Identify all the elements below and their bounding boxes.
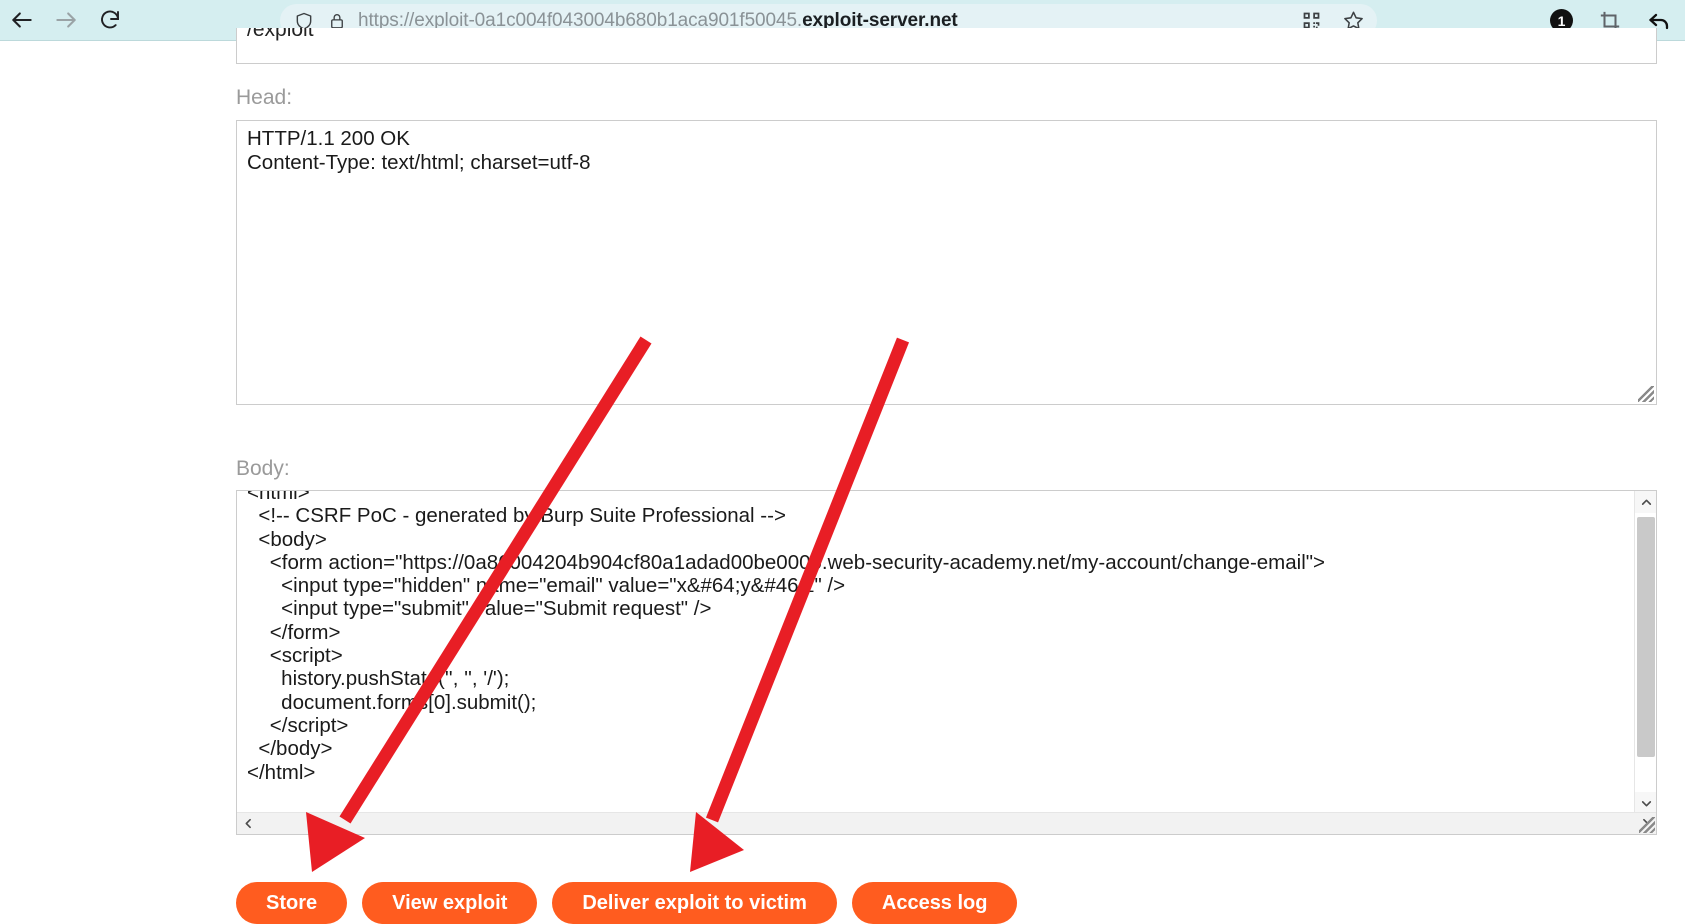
view-exploit-button[interactable]: View exploit — [362, 882, 538, 924]
back-button[interactable] — [0, 0, 44, 41]
body-horizontal-scrollbar[interactable] — [237, 812, 1656, 834]
chevron-down-icon[interactable] — [1635, 792, 1656, 814]
reload-button[interactable] — [88, 0, 132, 41]
action-button-row: Store View exploit Deliver exploit to vi… — [236, 882, 1018, 924]
exploit-server-page: /exploit Head: HTTP/1.1 200 OK Content-T… — [0, 28, 1685, 924]
lock-icon — [328, 12, 346, 30]
responsefile-value: /exploit — [247, 28, 314, 41]
chevron-left-icon[interactable] — [237, 813, 259, 834]
body-textarea[interactable]: <html> <!-- CSRF PoC - generated by Burp… — [236, 490, 1657, 835]
body-resize-handle[interactable] — [1639, 817, 1655, 833]
head-textarea-value: HTTP/1.1 200 OK Content-Type: text/html;… — [247, 127, 591, 174]
head-resize-handle[interactable] — [1638, 386, 1654, 402]
head-label: Head: — [236, 86, 293, 109]
access-log-button[interactable]: Access log — [851, 882, 1018, 924]
store-button[interactable]: Store — [236, 882, 348, 924]
body-vertical-scrollbar[interactable] — [1634, 491, 1656, 814]
scrollbar-thumb[interactable] — [1637, 517, 1655, 757]
responsefile-input[interactable]: /exploit — [236, 28, 1657, 64]
forward-button[interactable] — [44, 0, 88, 41]
body-label: Body: — [236, 457, 290, 480]
head-textarea[interactable]: HTTP/1.1 200 OK Content-Type: text/html;… — [236, 120, 1657, 405]
body-textarea-value: <html> <!-- CSRF PoC - generated by Burp… — [247, 490, 1326, 784]
chevron-up-icon[interactable] — [1635, 491, 1656, 513]
deliver-exploit-button[interactable]: Deliver exploit to victim — [552, 882, 837, 924]
